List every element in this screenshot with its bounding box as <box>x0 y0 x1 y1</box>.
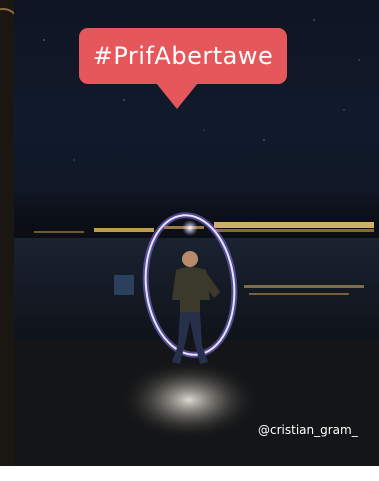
photo-credit: @cristian_gram_ <box>258 423 358 437</box>
bubble-tail <box>156 83 198 109</box>
post-card: #PrifAbertawe @cristian_gram_ <box>0 0 379 481</box>
hashtag-bubble: #PrifAbertawe <box>79 28 287 84</box>
bottom-margin <box>0 466 379 481</box>
night-beach-photo: #PrifAbertawe @cristian_gram_ <box>14 0 379 466</box>
hashtag-label: #PrifAbertawe <box>92 42 274 70</box>
